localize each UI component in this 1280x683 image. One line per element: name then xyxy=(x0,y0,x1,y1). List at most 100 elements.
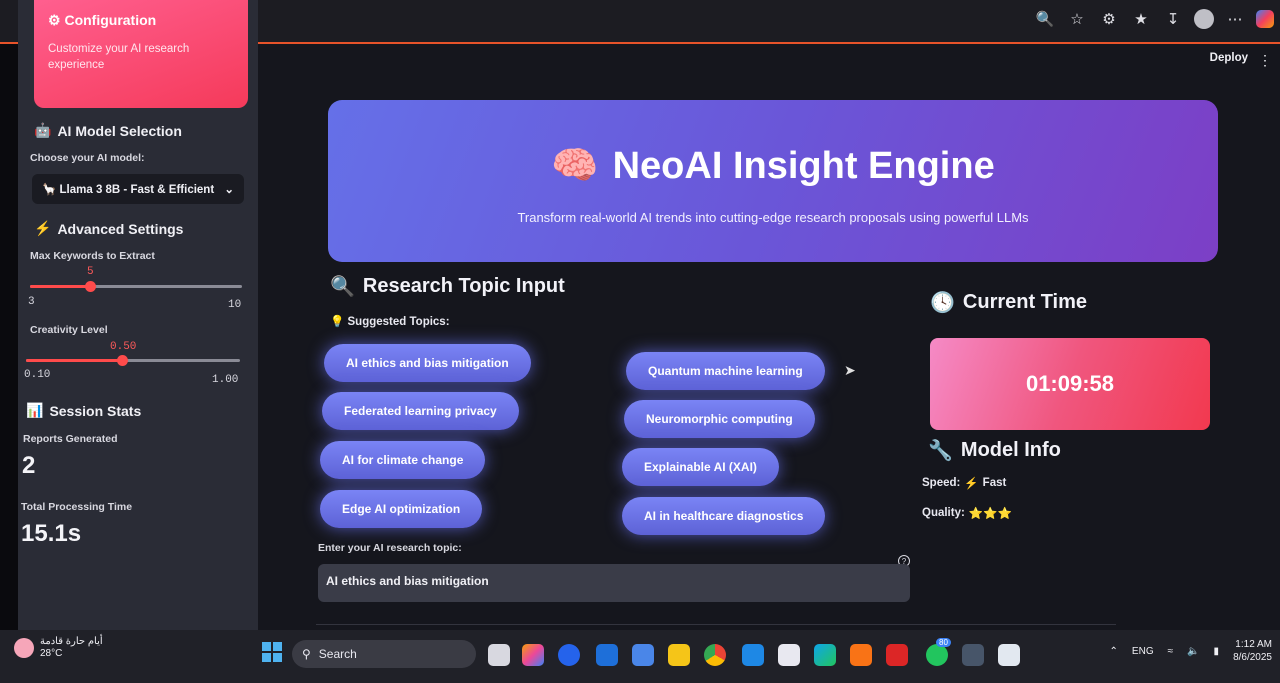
notepad-icon[interactable] xyxy=(998,644,1020,666)
creativity-label: Creativity Level xyxy=(30,324,108,336)
extensions-icon[interactable]: ⚙ xyxy=(1098,8,1120,30)
download-icon[interactable]: ↧ xyxy=(1162,8,1184,30)
lightning-icon: ⚡ xyxy=(964,478,979,490)
volume-icon[interactable]: 🔈 xyxy=(1187,646,1199,657)
taskbar-clock[interactable]: 1:12 AM 8/6/2025 xyxy=(1233,638,1272,664)
wifi-icon[interactable]: ≈ xyxy=(1168,646,1174,657)
reports-label: Reports Generated xyxy=(23,433,118,445)
reports-value: 2 xyxy=(22,452,36,479)
notification-badge: 80 xyxy=(936,638,951,647)
taskbar: أيام حارة قادمة 28°C ⚲ Search 80 ⌃ ENG ≈… xyxy=(0,630,1280,683)
battery-icon[interactable]: ▮ xyxy=(1214,646,1220,657)
zoom-icon[interactable]: 🔍 xyxy=(1034,8,1056,30)
magnifier-icon: 🔍 xyxy=(330,276,355,298)
weather-icon xyxy=(14,638,34,658)
profile-icon[interactable] xyxy=(1194,9,1214,29)
sidebar: ⚙ Configuration Customize your AI resear… xyxy=(18,0,258,630)
topic-pill[interactable]: Explainable AI (XAI) xyxy=(622,448,779,486)
research-heading: 🔍 Research Topic Input xyxy=(330,275,565,298)
time-heading: 🕓 Current Time xyxy=(930,291,1088,314)
model-info-heading: 🔧 Model Info xyxy=(928,439,1061,462)
star-icon[interactable]: ☆ xyxy=(1066,8,1088,30)
gear-icon: ⚙ xyxy=(48,12,65,28)
calendar-icon[interactable] xyxy=(632,644,654,666)
creativity-slider-max: 1.00 xyxy=(212,374,239,386)
model-select[interactable]: 🦙 Llama 3 8B - Fast & Efficient ⌄ xyxy=(32,174,244,204)
keywords-slider-thumb[interactable] xyxy=(85,281,96,292)
copilot-app-icon[interactable] xyxy=(522,644,544,666)
lightning-icon: ⚡ xyxy=(34,220,52,236)
main-menu-icon[interactable]: ⋮ xyxy=(1258,52,1272,69)
keywords-slider-fill xyxy=(30,285,90,288)
config-title: ⚙ Configuration xyxy=(48,12,157,28)
topic-pill[interactable]: AI for climate change xyxy=(320,441,486,479)
config-card: ⚙ Configuration Customize your AI resear… xyxy=(34,0,248,108)
topic-pill[interactable]: Neuromorphic computing xyxy=(624,400,815,438)
chevron-up-icon[interactable]: ⌃ xyxy=(1110,646,1118,657)
topic-pill[interactable]: AI ethics and bias mitigation xyxy=(324,344,531,382)
processing-label: Total Processing Time xyxy=(21,501,133,513)
processing-value: 15.1s xyxy=(21,520,82,547)
model-select-value: 🦙 Llama 3 8B - Fast & Efficient xyxy=(42,184,215,196)
speed-row: Speed: ⚡ Fast xyxy=(922,477,1007,490)
wrench-icon: 🔧 xyxy=(928,440,953,462)
model-label: Choose your AI model: xyxy=(30,152,145,164)
topic-input[interactable]: AI ethics and bias mitigation xyxy=(318,564,910,602)
llama-icon: 🦙 xyxy=(42,184,60,196)
whatsapp-icon[interactable]: 80 xyxy=(926,638,951,666)
wps-office-icon[interactable] xyxy=(886,644,908,666)
topic-pill[interactable]: Quantum machine learning xyxy=(626,352,825,390)
main-content: Deploy ⋮ 🧠 NeoAI Insight Engine Transfor… xyxy=(258,44,1280,630)
weather-text: أيام حارة قادمة xyxy=(40,636,103,647)
clock-time: 1:12 AM xyxy=(1235,639,1272,650)
clock-icon: 🕓 xyxy=(930,292,955,314)
file-explorer-icon[interactable] xyxy=(668,644,690,666)
chrome-icon[interactable] xyxy=(704,644,726,666)
keywords-label: Max Keywords to Extract xyxy=(30,250,155,262)
favorites-icon[interactable]: ★ xyxy=(1130,8,1152,30)
more-icon[interactable]: ⋯ xyxy=(1224,8,1246,30)
hero-banner: 🧠 NeoAI Insight Engine Transform real-wo… xyxy=(328,100,1218,262)
robot-icon: 🤖 xyxy=(34,122,52,138)
taskbar-search[interactable]: ⚲ Search xyxy=(292,640,476,668)
keywords-slider-value: 5 xyxy=(87,266,94,278)
creativity-slider-value: 0.50 xyxy=(110,341,137,353)
copilot-icon[interactable] xyxy=(1256,10,1274,28)
model-section-heading: 🤖 AI Model Selection xyxy=(34,122,182,139)
vscode-icon[interactable] xyxy=(742,644,764,666)
search-icon: ⚲ xyxy=(302,647,311,661)
language-indicator[interactable]: ENG xyxy=(1132,646,1154,657)
creativity-slider-min: 0.10 xyxy=(24,369,51,381)
divider xyxy=(316,624,1116,625)
keywords-slider-min: 3 xyxy=(28,296,35,308)
creativity-slider-thumb[interactable] xyxy=(117,355,128,366)
lightbulb-icon: 💡 xyxy=(330,316,348,328)
weather-widget[interactable]: أيام حارة قادمة 28°C xyxy=(14,636,103,660)
advanced-section-heading: ⚡ Advanced Settings xyxy=(34,220,184,237)
snipping-tool-icon[interactable] xyxy=(778,644,800,666)
browser-icons: 🔍 ☆ ⚙ ★ ↧ ⋯ xyxy=(1034,8,1280,30)
brave-icon[interactable] xyxy=(850,644,872,666)
keywords-slider-max: 10 xyxy=(228,299,242,311)
topic-input-label: Enter your AI research topic: xyxy=(318,542,462,554)
creativity-slider-fill xyxy=(26,359,122,362)
quality-row: Quality: ⭐⭐⭐ xyxy=(922,507,1012,520)
system-tray: ⌃ ENG ≈ 🔈 ▮ 1:12 AM 8/6/2025 xyxy=(1110,638,1272,664)
mouse-cursor-icon: ➤ xyxy=(844,362,856,378)
windows-start-icon[interactable] xyxy=(262,642,282,662)
topic-pill[interactable]: Federated learning privacy xyxy=(322,392,519,430)
temperature: 28°C xyxy=(40,648,63,659)
topic-pill[interactable]: Edge AI optimization xyxy=(320,490,483,528)
outlook-icon[interactable] xyxy=(596,644,618,666)
config-subtitle: Customize your AI research experience xyxy=(48,43,190,71)
terminal-icon[interactable] xyxy=(962,644,984,666)
zoom-app-icon[interactable] xyxy=(558,644,580,666)
topic-pill[interactable]: AI in healthcare diagnostics xyxy=(622,497,826,535)
task-view-icon[interactable] xyxy=(488,644,510,666)
clock-date: 8/6/2025 xyxy=(1233,652,1272,663)
brain-icon: 🧠 xyxy=(551,145,599,187)
deploy-button[interactable]: Deploy xyxy=(1210,52,1248,64)
star-rating: ⭐⭐⭐ xyxy=(968,508,1012,520)
edge-icon[interactable] xyxy=(814,644,836,666)
chevron-down-icon: ⌄ xyxy=(224,184,234,196)
